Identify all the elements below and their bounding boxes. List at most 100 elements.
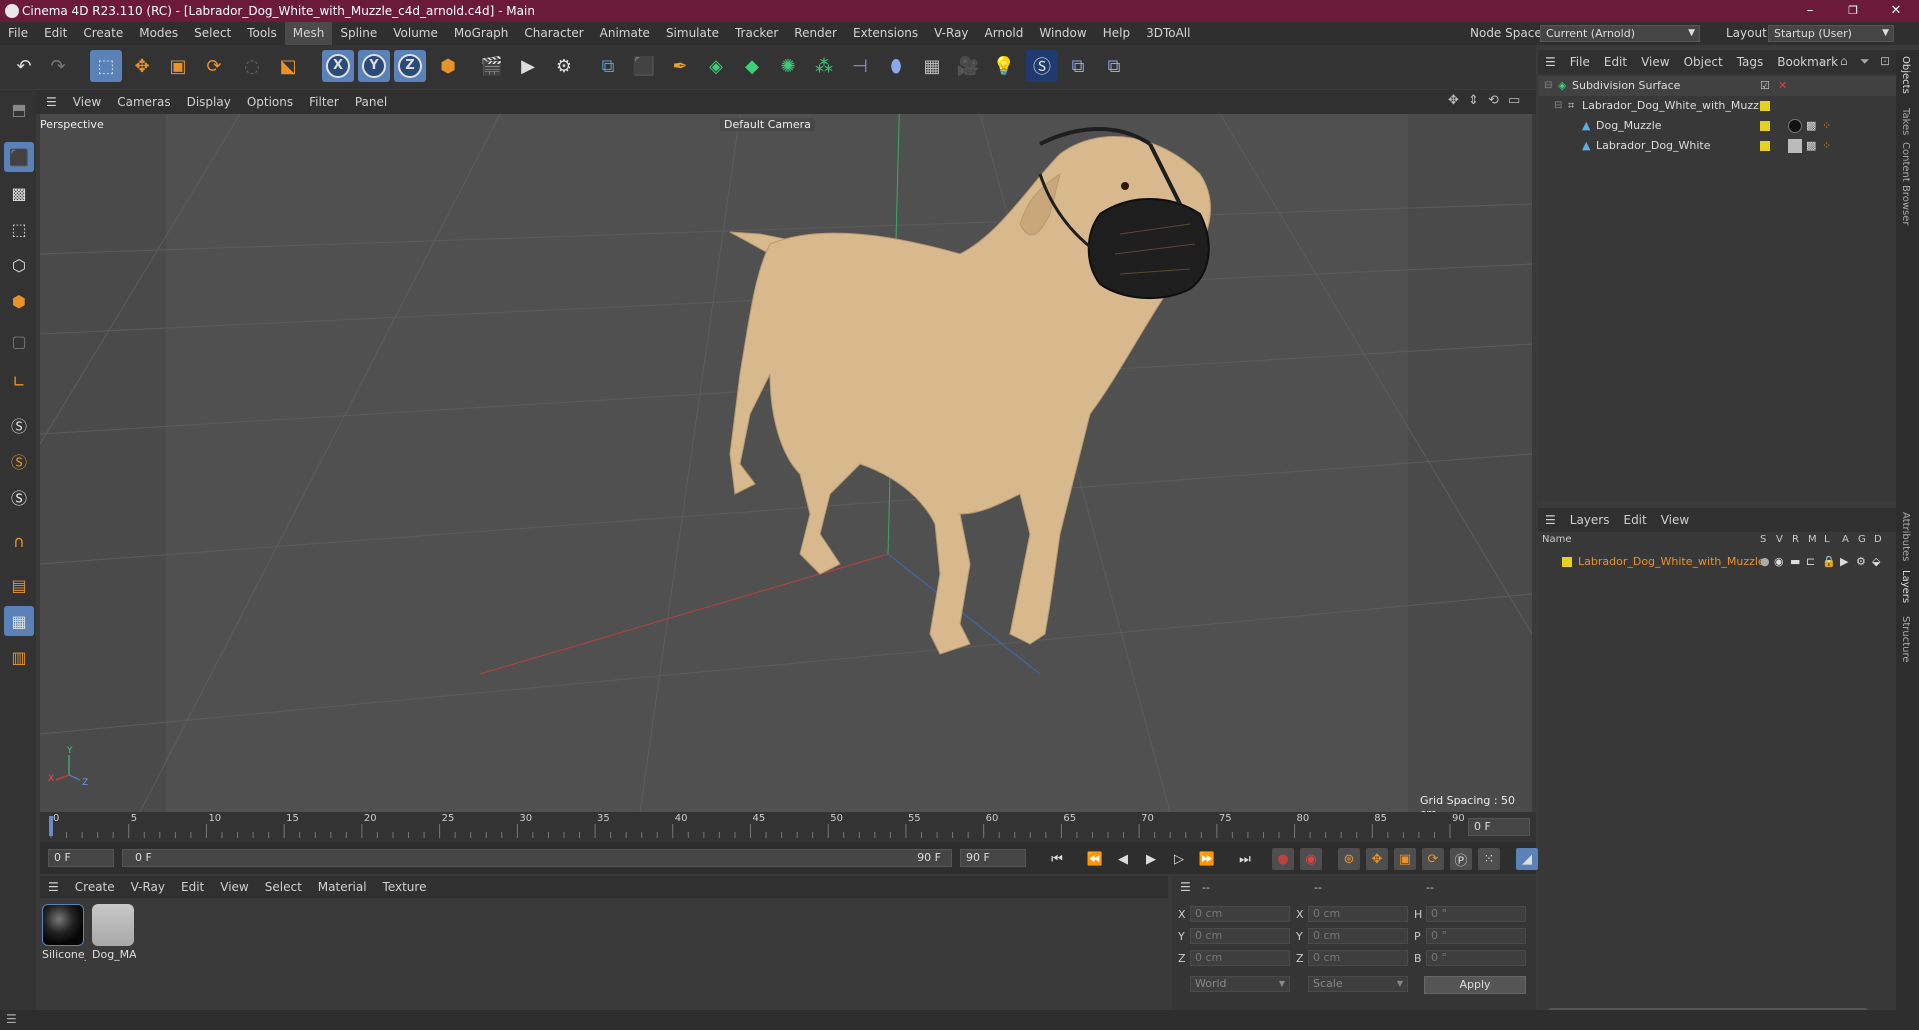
python-script-2-button[interactable]: ⧉ [1098, 50, 1130, 82]
field-button[interactable]: ⬮ [880, 50, 912, 82]
material-menu-vray[interactable]: V-Ray [123, 880, 173, 894]
hamburger-icon[interactable]: ☰ [1538, 513, 1563, 527]
layer-menu-layers[interactable]: Layers [1563, 513, 1617, 527]
uvw-tag-icon[interactable]: ⁘ [1822, 136, 1831, 156]
object-row[interactable]: ▲ Labrador_Dog_White ▩ ⁘ [1538, 136, 1896, 156]
next-frame-button[interactable]: ▷ [1168, 848, 1190, 870]
flag-header-manager[interactable]: M [1808, 534, 1817, 545]
rotation-key-button[interactable]: ⟳ [1422, 848, 1444, 870]
rotate-view-icon[interactable]: ⟲ [1488, 93, 1499, 108]
go-to-start-button[interactable]: ⏮ [1046, 848, 1068, 870]
checker-tag-icon[interactable]: ▩ [1806, 136, 1816, 156]
lock-x-axis-button[interactable]: X [322, 50, 354, 82]
menu-create[interactable]: Create [75, 22, 131, 45]
layer-color-chip[interactable] [1760, 121, 1770, 131]
recent-tools-button[interactable]: ◌ [236, 50, 268, 82]
material-menu-select[interactable]: Select [257, 880, 310, 894]
points-mode-button[interactable]: ⬚ [4, 214, 34, 244]
active-camera-label[interactable]: Default Camera [720, 118, 815, 131]
cube-button[interactable]: ⬛ [628, 50, 660, 82]
size-x-field[interactable]: 0 cm [1308, 906, 1408, 922]
object-row[interactable]: ⊟ ⌗ Labrador_Dog_White_with_Muzzle [1538, 96, 1896, 116]
undo-button[interactable]: ↶ [8, 50, 40, 82]
material-menu-edit[interactable]: Edit [173, 880, 212, 894]
solo-dot-icon[interactable]: ● [1760, 552, 1770, 572]
start-frame-field[interactable]: 0 F [48, 849, 114, 867]
material-menu-material[interactable]: Material [310, 880, 375, 894]
menu-edit[interactable]: Edit [36, 22, 75, 45]
lock-icon[interactable]: 🔒 [1822, 552, 1836, 572]
python-button[interactable]: ⧉ [592, 50, 624, 82]
soft-selection-button[interactable]: Ⓢ [4, 482, 34, 512]
maximize-view-icon[interactable]: ▭ [1508, 93, 1520, 108]
menu-render[interactable]: Render [786, 22, 845, 45]
hamburger-icon[interactable]: ☰ [1538, 55, 1563, 69]
viewport-menu-filter[interactable]: Filter [301, 95, 347, 109]
model-mode-button[interactable]: ⬛ [4, 142, 34, 172]
grid-plane-button[interactable]: ▤ [4, 570, 34, 600]
tab-attributes[interactable]: Attributes [1900, 512, 1911, 561]
object-row[interactable]: ⊟ ◈ Subdivision Surface ☑ ✕ [1538, 76, 1896, 96]
uv-mode-button[interactable]: ▢ [4, 326, 34, 356]
enable-checkbox-icon[interactable]: ☑ [1760, 76, 1770, 96]
point-level-key-button[interactable]: ⁙ [1478, 848, 1500, 870]
generator-icon[interactable]: ⚙ [1856, 552, 1866, 572]
node-space-select[interactable]: Current (Arnold) ▼ [1540, 25, 1700, 42]
coordinate-space-select[interactable]: World ▼ [1190, 976, 1290, 992]
menu-select[interactable]: Select [186, 22, 239, 45]
new-window-icon[interactable]: ⊡ [1880, 54, 1890, 68]
menu-window[interactable]: Window [1031, 22, 1094, 45]
rotation-h-field[interactable]: 0 ° [1426, 906, 1526, 922]
material-tag-icon[interactable] [1788, 139, 1802, 153]
object-row[interactable]: ▲ Dog_Muzzle ▩ ⁘ [1538, 116, 1896, 136]
lock-z-axis-button[interactable]: Z [394, 50, 426, 82]
menu-tools[interactable]: Tools [239, 22, 285, 45]
tab-content-browser[interactable]: Content Browser [1900, 142, 1911, 225]
rotation-p-field[interactable]: 0 ° [1426, 928, 1526, 944]
tab-layers[interactable]: Layers [1900, 570, 1911, 603]
apply-button[interactable]: Apply [1424, 976, 1526, 994]
previous-key-button[interactable]: ⏪ [1084, 848, 1106, 870]
polygons-mode-button[interactable]: ⬢ [4, 286, 34, 316]
effector-button[interactable]: ⁂ [808, 50, 840, 82]
deformer-icon[interactable]: ⬙ [1872, 552, 1880, 572]
snap-settings-button[interactable]: Ⓢ [4, 446, 34, 476]
timeline-ruler[interactable]: 0 5 10 15 20 25 30 35 40 45 50 55 60 65 70 75 80 85 90 0 F [40, 812, 1536, 842]
flag-header-animation[interactable]: A [1842, 534, 1849, 545]
render-settings-button[interactable]: ⚙ [548, 50, 580, 82]
layer-menu-edit[interactable]: Edit [1616, 513, 1653, 527]
transform-button[interactable]: ⬕ [272, 50, 304, 82]
home-icon[interactable]: ⌂ [1840, 54, 1848, 68]
move-button[interactable]: ✥ [126, 50, 158, 82]
menu-help[interactable]: Help [1095, 22, 1138, 45]
3d-viewport[interactable]: Perspective Default Camera Grid Spacing … [40, 114, 1532, 812]
position-y-field[interactable]: 0 cm [1190, 928, 1290, 944]
object-menu-view[interactable]: View [1634, 55, 1676, 69]
keyframe-selection-button[interactable]: ⊛ [1338, 848, 1360, 870]
position-key-button[interactable]: ✥ [1366, 848, 1388, 870]
menu-arnold[interactable]: Arnold [977, 22, 1032, 45]
menu-volume[interactable]: Volume [385, 22, 446, 45]
material-menu-view[interactable]: View [212, 880, 256, 894]
rotate-button[interactable]: ⟳ [198, 50, 230, 82]
eye-icon[interactable]: ◉ [1774, 552, 1784, 572]
current-frame-field[interactable]: 0 F [1468, 818, 1530, 836]
pen-button[interactable]: ✒ [664, 50, 696, 82]
coordinate-system-button[interactable]: ⬢ [432, 50, 464, 82]
object-menu-bookmark[interactable]: Bookmark [1770, 55, 1845, 69]
expand-toggle-icon[interactable]: ⊟ [1544, 76, 1552, 96]
make-editable-button[interactable]: ⬒ [4, 94, 34, 124]
edges-mode-button[interactable]: ⬡ [4, 250, 34, 280]
material-tag-icon[interactable] [1788, 119, 1802, 133]
python-script-button[interactable]: ⧉ [1062, 50, 1094, 82]
tab-structure[interactable]: Structure [1900, 616, 1911, 663]
camera-button[interactable]: 🎥 [952, 50, 984, 82]
subdivision-button[interactable]: ◈ [700, 50, 732, 82]
previous-frame-button[interactable]: ◀ [1112, 848, 1134, 870]
menu-tracker[interactable]: Tracker [727, 22, 786, 45]
light-button[interactable]: 💡 [988, 50, 1020, 82]
object-menu-edit[interactable]: Edit [1597, 55, 1634, 69]
material-item[interactable]: Silicone_ [42, 904, 86, 961]
hamburger-icon[interactable]: ☰ [36, 95, 65, 109]
menu-mesh[interactable]: Mesh [284, 22, 333, 45]
